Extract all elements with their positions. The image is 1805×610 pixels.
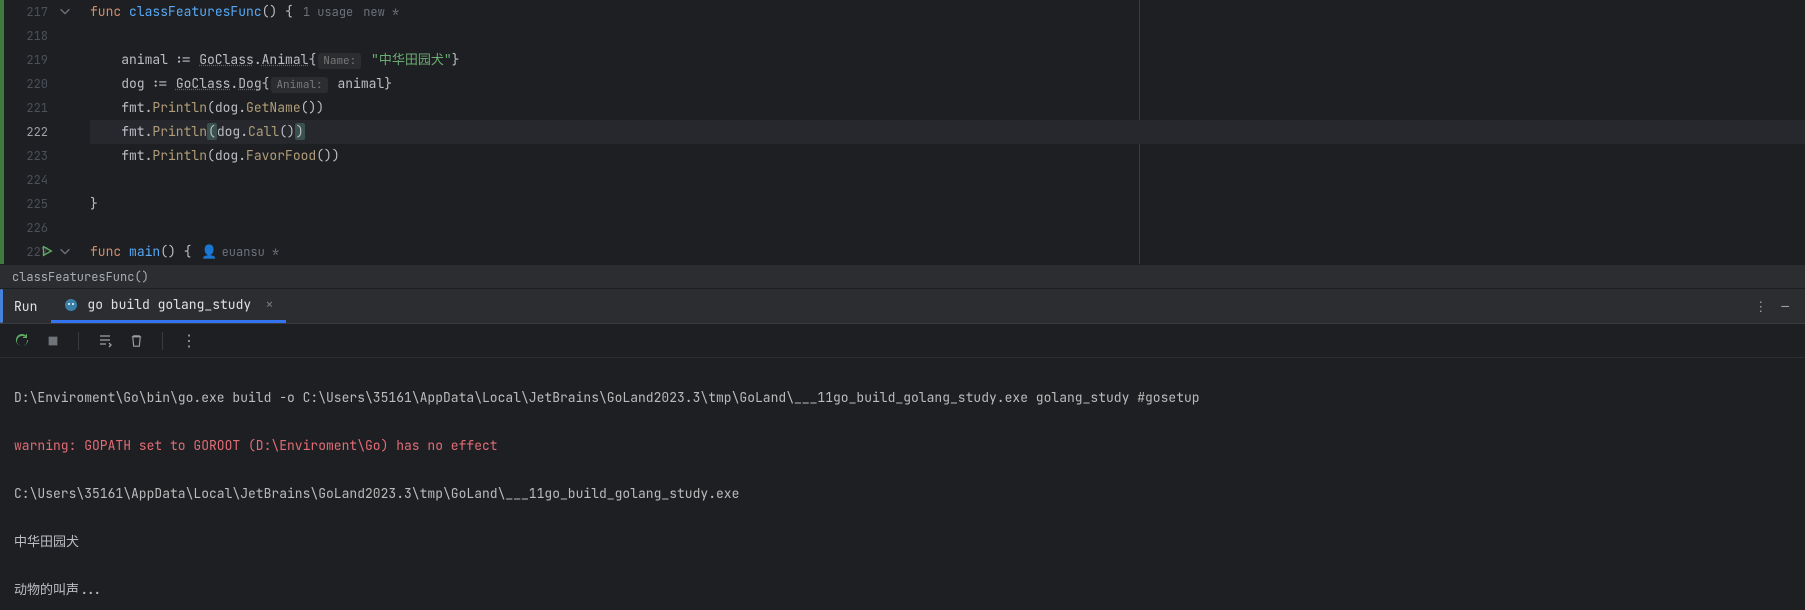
author-inlay[interactable]: euansu * <box>222 244 280 260</box>
keyword: func <box>90 243 129 260</box>
code-text: animal} <box>330 75 392 92</box>
run-gutter-icon[interactable] <box>40 244 54 258</box>
line-number[interactable]: 217 <box>0 0 58 24</box>
method-name: Println <box>152 99 207 116</box>
code-text: ()) <box>316 147 339 164</box>
package-ref: GoClass <box>199 51 254 68</box>
code-text: () <box>279 123 295 140</box>
code-line[interactable] <box>90 168 1805 192</box>
code-text: fmt. <box>90 147 152 164</box>
code-line[interactable]: fmt.Println(dog.GetName()) <box>90 96 1805 120</box>
method-name: Println <box>152 147 207 164</box>
code-text: fmt. <box>90 123 152 140</box>
console-output[interactable]: D:\Enviroment\Go\bin\go.exe build -o C:\… <box>0 358 1805 610</box>
param-hint: Name: <box>318 53 361 69</box>
bracket-match: ( <box>207 123 217 140</box>
scroll-to-end-icon[interactable] <box>97 333 113 349</box>
type-ref: Dog <box>238 75 261 92</box>
method-name: Println <box>152 123 207 140</box>
vcs-inlay[interactable]: new * <box>363 4 399 20</box>
gutter: 217 218 219 220 221 222 223 224 225 226 … <box>0 0 58 264</box>
package-ref: GoClass <box>176 75 231 92</box>
param-hint: Animal: <box>271 77 327 93</box>
console-line: C:\Users\35161\AppData\Local\JetBrains\G… <box>14 482 1791 506</box>
minimize-icon[interactable]: — <box>1781 298 1789 315</box>
run-config-label: go build golang_study <box>87 296 251 313</box>
code-line[interactable]: dog := GoClass.Dog{Animal: animal} <box>90 72 1805 96</box>
code-line[interactable]: func classFeaturesFunc() { 1 usage new * <box>90 0 1805 24</box>
line-number[interactable]: 221 <box>0 96 58 120</box>
more-icon[interactable]: ⋮ <box>1754 298 1767 315</box>
code-line-active[interactable]: fmt.Println(dog.Call()) <box>90 120 1805 144</box>
breadcrumb[interactable]: classFeaturesFunc() <box>0 264 1805 288</box>
line-number[interactable]: 225 <box>0 192 58 216</box>
code-line[interactable]: func main() { 👤 euansu * <box>90 240 1805 264</box>
author-icon: 👤 <box>201 243 217 260</box>
code-text: { <box>262 75 270 92</box>
console-warning: warning: GOPATH set to GOROOT (D:\Enviro… <box>14 434 1791 458</box>
code-text: } <box>452 51 460 68</box>
code-line[interactable]: fmt.Println(dog.FavorFood()) <box>90 144 1805 168</box>
code-text: ()) <box>301 99 324 116</box>
code-line[interactable] <box>90 216 1805 240</box>
method-name: GetName <box>246 99 301 116</box>
line-number[interactable]: 218 <box>0 24 58 48</box>
editor-area: 217 218 219 220 221 222 223 224 225 226 … <box>0 0 1805 264</box>
chevron-down-icon[interactable] <box>58 4 72 18</box>
active-tool-marker <box>0 289 3 323</box>
code-text: { <box>308 51 316 68</box>
console-line: D:\Enviroment\Go\bin\go.exe build -o C:\… <box>14 386 1791 410</box>
function-name: main <box>129 243 160 260</box>
keyword: func <box>90 3 129 20</box>
string-literal: "中华田园犬" <box>363 51 451 68</box>
code-text: dog. <box>217 123 248 140</box>
trash-icon[interactable] <box>129 333 144 348</box>
tool-window-header: Run go build golang_study × ⋮ — <box>0 288 1805 324</box>
gutter-markers <box>58 0 90 264</box>
type-ref: Animal <box>262 51 309 68</box>
run-config-tab[interactable]: go build golang_study × <box>51 289 285 323</box>
code-area[interactable]: func classFeaturesFunc() {1 usagenew * a… <box>90 0 1805 264</box>
line-number[interactable]: 224 <box>0 168 58 192</box>
rerun-icon[interactable] <box>14 333 30 349</box>
line-number[interactable]: 219 <box>0 48 58 72</box>
tool-window-title[interactable]: Run <box>0 289 51 323</box>
line-number[interactable]: 220 <box>0 72 58 96</box>
code-text: } <box>90 195 98 212</box>
go-build-icon <box>63 297 79 313</box>
code-text: . <box>254 51 262 68</box>
code-text: () { <box>262 3 293 20</box>
method-name: Call <box>248 123 279 140</box>
line-number[interactable]: 223 <box>0 144 58 168</box>
code-line[interactable]: animal := GoClass.Animal{Name: "中华田园犬"} <box>90 48 1805 72</box>
code-text: (dog. <box>207 147 246 164</box>
code-line[interactable] <box>90 24 1805 48</box>
function-name: classFeaturesFunc <box>129 3 262 20</box>
code-text: dog := <box>90 75 176 92</box>
console-line: 中华田园犬 <box>14 530 1791 554</box>
code-text: animal := <box>90 51 199 68</box>
code-text: () { <box>160 243 191 260</box>
method-name: FavorFood <box>246 147 316 164</box>
console-line: 动物的叫声... <box>14 578 1791 602</box>
chevron-down-icon[interactable] <box>58 244 72 258</box>
line-number[interactable]: 226 <box>0 216 58 240</box>
code-line[interactable]: } <box>90 192 1805 216</box>
bracket-match: ) <box>295 123 305 140</box>
code-text: fmt. <box>90 99 152 116</box>
tool-window-actions: ⋮ — <box>1754 298 1805 315</box>
line-number[interactable]: 222 <box>0 120 58 144</box>
close-icon[interactable]: × <box>265 296 273 314</box>
usages-inlay[interactable]: 1 usage <box>303 4 353 20</box>
stop-icon[interactable] <box>46 334 60 348</box>
more-icon[interactable]: ⋮ <box>181 330 197 351</box>
run-toolbar: ⋮ <box>0 324 1805 358</box>
code-text: (dog. <box>207 99 246 116</box>
